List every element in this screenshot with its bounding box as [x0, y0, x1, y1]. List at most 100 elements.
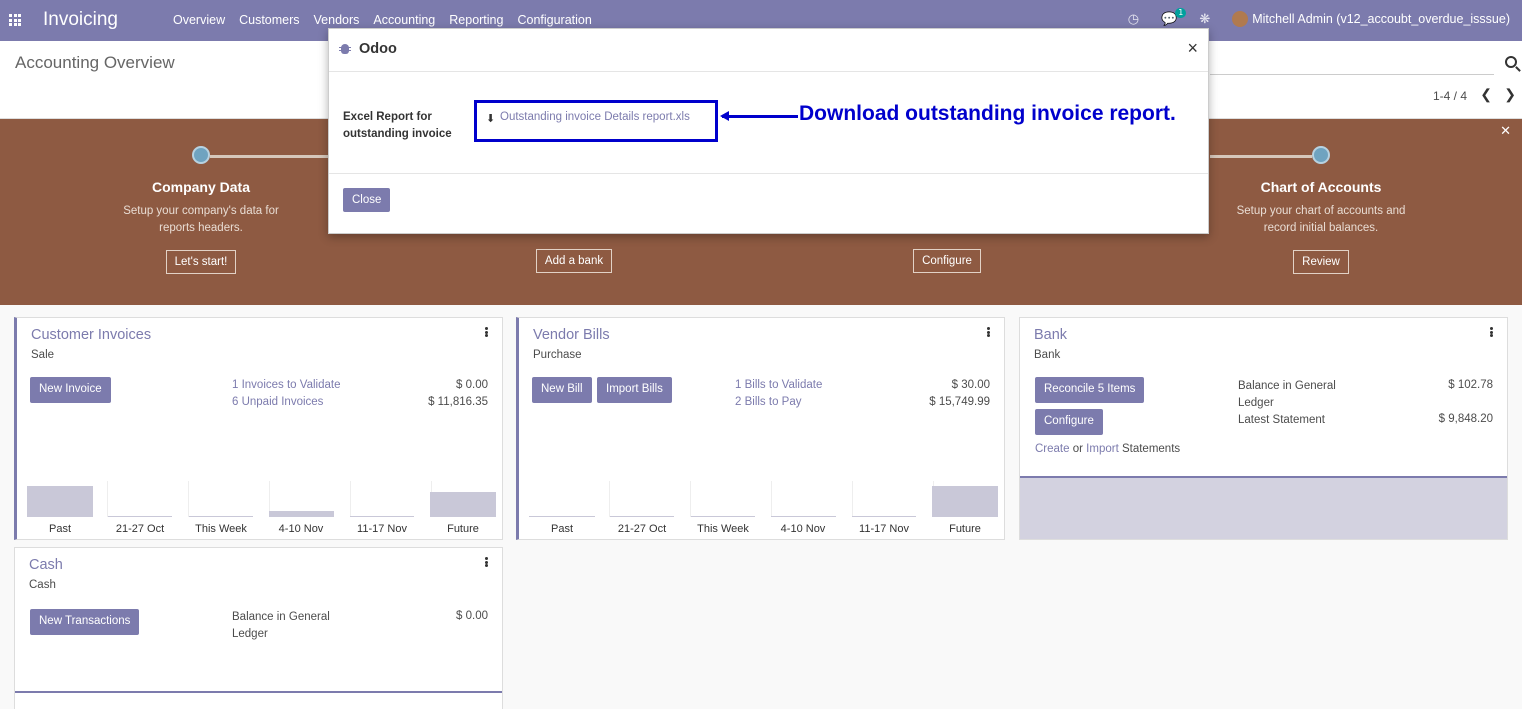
- invoices-to-validate-value: $ 0.00: [456, 379, 488, 391]
- menu-configuration[interactable]: Configuration: [510, 13, 598, 27]
- card-subtitle: Sale: [31, 349, 55, 361]
- user-avatar[interactable]: [1232, 11, 1249, 27]
- graph-bar[interactable]: [189, 516, 253, 517]
- card-subtitle: Bank: [1034, 349, 1061, 361]
- pager-next-icon[interactable]: ❯: [1504, 86, 1516, 103]
- tick-label: This Week: [195, 523, 247, 535]
- tick-label: 11-17 Nov: [859, 523, 909, 535]
- cash-card: Cash Cash New Transactions Balance in Ge…: [14, 547, 503, 709]
- bug-icon: [339, 44, 351, 54]
- report-file-link[interactable]: Outstanding invoice Details report.xls: [500, 111, 690, 123]
- user-menu[interactable]: Mitchell Admin (v12_accoubt_overdue_isss…: [1252, 12, 1510, 26]
- step-description: Setup your chart of accounts and record …: [1236, 205, 1406, 234]
- graph-bar[interactable]: [430, 492, 496, 517]
- menu-reporting[interactable]: Reporting: [442, 13, 510, 27]
- create-statement-link[interactable]: Create: [1035, 443, 1070, 455]
- card-title[interactable]: Customer Invoices: [31, 327, 151, 343]
- latest-statement-label: Latest Statement: [1238, 414, 1325, 426]
- annotation-arrow-line: [722, 115, 798, 118]
- annotation-arrow-head: [720, 111, 729, 121]
- close-icon[interactable]: ×: [1187, 38, 1198, 59]
- graph-bar[interactable]: [350, 516, 414, 517]
- apps-grid-icon[interactable]: [9, 14, 21, 26]
- graph-bar[interactable]: [529, 516, 595, 517]
- annotation-text: Download outstanding invoice report.: [799, 102, 1176, 125]
- graph-bar[interactable]: [610, 516, 674, 517]
- new-invoice-button[interactable]: New Invoice: [30, 377, 111, 403]
- tick-label: 11-17 Nov: [357, 523, 407, 535]
- bills-to-validate-link[interactable]: 1 Bills to Validate: [735, 379, 822, 391]
- app-brand[interactable]: Invoicing: [43, 9, 118, 31]
- bills-bar-graph[interactable]: Past 21-27 Oct This Week 4-10 Nov 11-17 …: [529, 469, 998, 539]
- lets-start-button[interactable]: Let's start!: [165, 250, 237, 274]
- pager-value[interactable]: 1-4 / 4: [1433, 89, 1467, 103]
- menu-overview[interactable]: Overview: [166, 13, 232, 27]
- menu-vendors[interactable]: Vendors: [307, 13, 367, 27]
- step-chart-of-accounts: Chart of Accounts Setup your chart of ac…: [1196, 146, 1446, 274]
- invoices-to-validate-link[interactable]: 1 Invoices to Validate: [232, 379, 340, 391]
- graph-bar[interactable]: [852, 516, 916, 517]
- review-button[interactable]: Review: [1293, 250, 1349, 274]
- graph-bar[interactable]: [771, 516, 836, 517]
- new-transactions-button[interactable]: New Transactions: [30, 609, 140, 635]
- latest-statement-value: $ 9,848.20: [1438, 413, 1493, 425]
- card-options-icon[interactable]: [485, 557, 488, 567]
- step-bank: Add a bank: [449, 249, 699, 273]
- banner-close-icon[interactable]: ✕: [1500, 124, 1511, 139]
- graph-bar[interactable]: [269, 511, 334, 517]
- messages-icon[interactable]: 💬 1: [1161, 7, 1187, 27]
- card-title[interactable]: Cash: [29, 557, 63, 573]
- tick-label: 4-10 Nov: [278, 523, 324, 535]
- report-field-label: Excel Report for outstanding invoice: [343, 111, 452, 140]
- tick-label: 21-27 Oct: [115, 523, 165, 535]
- customer-invoices-card: Customer Invoices Sale New Invoice 1 Inv…: [14, 317, 503, 540]
- reconcile-items-button[interactable]: Reconcile 5 Items: [1035, 377, 1145, 403]
- card-options-icon[interactable]: [1490, 327, 1493, 337]
- new-bill-button[interactable]: New Bill: [532, 377, 592, 403]
- cash-balance-value: $ 0.00: [456, 610, 488, 622]
- bills-to-pay-link[interactable]: 2 Bills to Pay: [735, 396, 801, 408]
- cash-line-graph[interactable]: [15, 691, 502, 693]
- card-title[interactable]: Bank: [1034, 327, 1067, 343]
- step-dot: [1312, 146, 1330, 164]
- page-title: Accounting Overview: [15, 53, 175, 72]
- add-bank-button[interactable]: Add a bank: [535, 249, 613, 273]
- statements-actions: Create or Import Statements: [1035, 441, 1180, 458]
- step-title: Chart of Accounts: [1260, 179, 1382, 195]
- invoice-bar-graph[interactable]: Past 21-27 Oct This Week 4-10 Nov 11-17 …: [27, 469, 496, 539]
- dialog-header: Odoo ×: [329, 29, 1208, 72]
- debug-bug-icon[interactable]: ❋: [1199, 12, 1210, 27]
- statements-text: Statements: [1121, 443, 1181, 455]
- menu-customers[interactable]: Customers: [232, 13, 306, 27]
- import-statement-link[interactable]: Import: [1086, 443, 1119, 455]
- step-title: Company Data: [151, 179, 251, 195]
- graph-bar[interactable]: [27, 486, 93, 517]
- card-options-icon[interactable]: [485, 327, 488, 337]
- graph-bar[interactable]: [932, 486, 998, 517]
- balance-label: Balance in General Ledger: [1238, 380, 1336, 409]
- configure-bank-button[interactable]: Configure: [1035, 409, 1103, 435]
- tick-label: Future: [447, 523, 479, 535]
- search-input[interactable]: [1210, 74, 1494, 75]
- unpaid-invoices-link[interactable]: 6 Unpaid Invoices: [232, 396, 323, 408]
- dialog-title: Odoo: [359, 41, 397, 57]
- bank-line-graph[interactable]: [1020, 476, 1507, 539]
- card-options-icon[interactable]: [987, 327, 990, 337]
- pager-previous-icon[interactable]: ❮: [1480, 86, 1492, 103]
- card-title[interactable]: Vendor Bills: [533, 327, 610, 343]
- balance-value: $ 102.78: [1448, 379, 1493, 391]
- vendor-bills-card: Vendor Bills Purchase New Bill Import Bi…: [516, 317, 1005, 540]
- download-icon[interactable]: ⬇: [486, 112, 495, 125]
- search-icon[interactable]: [1505, 56, 1517, 68]
- menu-accounting[interactable]: Accounting: [366, 13, 442, 27]
- configure-button[interactable]: Configure: [913, 249, 981, 273]
- bank-card: Bank Bank Reconcile 5 Items Configure Cr…: [1019, 317, 1508, 540]
- graph-bar[interactable]: [691, 516, 755, 517]
- graph-bar[interactable]: [108, 516, 172, 517]
- card-subtitle: Purchase: [533, 349, 582, 361]
- step-description: Setup your company's data for reports he…: [123, 205, 279, 234]
- activity-clock-icon[interactable]: ◷: [1128, 12, 1139, 27]
- import-bills-button[interactable]: Import Bills: [597, 377, 672, 403]
- step-company-data: Company Data Setup your company's data f…: [76, 146, 326, 274]
- close-button[interactable]: Close: [343, 188, 391, 212]
